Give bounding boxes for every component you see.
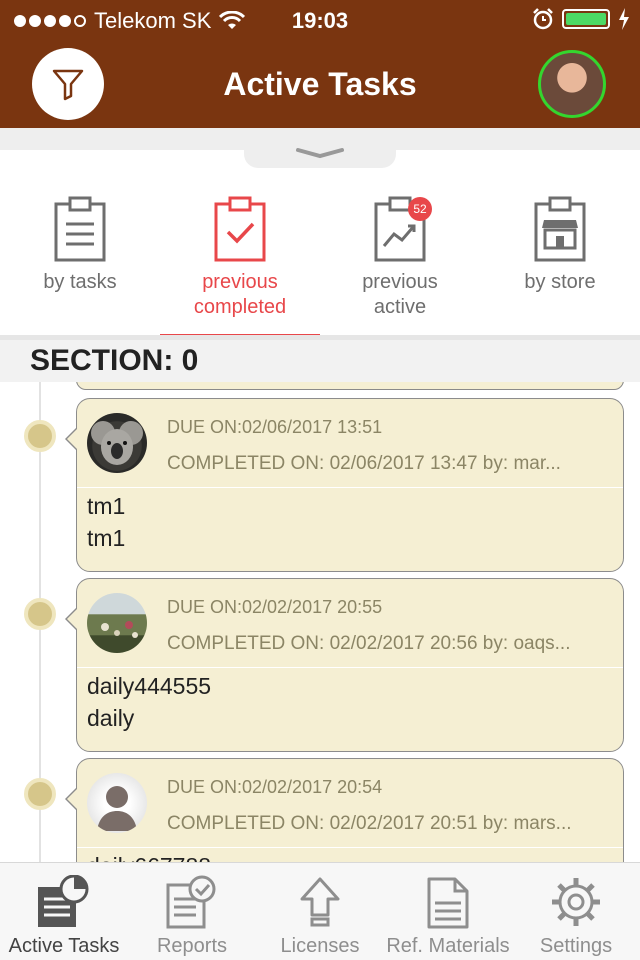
tab-previous-active[interactable]: previous active <box>320 180 480 338</box>
section-header: SECTION: 0 <box>0 340 640 382</box>
status-bar: Telekom SK 19:03 <box>0 0 640 40</box>
task-name: daily667788 <box>87 853 211 862</box>
default-avatar <box>87 773 147 833</box>
flowers-photo <box>87 593 147 653</box>
licenses-upload-icon <box>300 877 340 927</box>
card-separator <box>77 487 623 488</box>
tab-label: by store <box>524 271 596 293</box>
task-description: daily <box>87 705 135 731</box>
tab-label: previous active <box>362 271 438 318</box>
tab-by-tasks[interactable]: by tasks <box>0 180 160 338</box>
nav-settings[interactable]: Settings <box>512 863 640 960</box>
task-name: daily444555 <box>87 673 212 699</box>
task-name: tm1 <box>87 493 126 519</box>
tab-label: previous completed <box>193 271 287 318</box>
battery-icon <box>562 9 610 29</box>
active-tasks-icon <box>38 875 89 927</box>
completed-info: COMPLETED ON: 02/02/2017 20:51 by: mars.… <box>167 813 572 834</box>
nav-label: Licenses <box>280 935 360 957</box>
due-date: DUE ON:02/06/2017 13:51 <box>167 417 383 437</box>
card-separator <box>77 847 623 848</box>
nav-label: Settings <box>539 935 613 957</box>
task-card[interactable]: DUE ON:02/06/2017 13:51 COMPLETED ON: 02… <box>65 398 624 572</box>
koala-photo <box>87 413 147 473</box>
nav-active-tasks[interactable]: Active Tasks <box>0 863 128 960</box>
tab-label: by tasks <box>43 271 117 293</box>
document-icon <box>427 877 469 929</box>
category-tabs: by tasks previous completed previous act… <box>0 180 640 338</box>
pull-handle[interactable] <box>244 144 396 168</box>
user-avatar[interactable] <box>538 50 606 118</box>
nav-reports[interactable]: Reports <box>128 863 256 960</box>
task-list[interactable]: DUE ON:02/06/2017 13:51 COMPLETED ON: 02… <box>0 382 640 862</box>
previous-card-stub <box>76 382 624 390</box>
due-date: DUE ON:02/02/2017 20:55 <box>167 597 383 617</box>
charging-icon <box>619 8 629 30</box>
card-separator <box>77 667 623 668</box>
header-bar: Telekom SK 19:03 Active Tasks <box>0 0 640 128</box>
due-date: DUE ON:02/02/2017 20:54 <box>167 777 383 797</box>
task-card[interactable]: DUE ON:02/02/2017 20:55 COMPLETED ON: 02… <box>65 578 624 752</box>
task-description: tm1 <box>87 525 126 551</box>
completed-info: COMPLETED ON: 02/06/2017 13:47 by: mar..… <box>167 453 561 474</box>
task-card[interactable]: DUE ON:02/02/2017 20:54 COMPLETED ON: 02… <box>65 758 624 862</box>
timeline-bullet <box>24 778 56 810</box>
nav-label: Ref. Materials <box>386 935 510 957</box>
clipboard-store-icon <box>534 196 586 262</box>
nav-label: Active Tasks <box>8 935 120 957</box>
notification-badge: 52 <box>408 197 432 221</box>
alarm-icon <box>533 8 553 30</box>
bottom-tab-bar: Active Tasks Reports Licenses Ref. Mater… <box>0 862 640 960</box>
nav-ref-materials[interactable]: Ref. Materials <box>384 863 512 960</box>
nav-label: Reports <box>156 935 228 957</box>
tab-by-store[interactable]: by store <box>480 180 640 338</box>
completed-info: COMPLETED ON: 02/02/2017 20:56 by: oaqs.… <box>167 633 571 654</box>
tab-previous-completed[interactable]: previous completed <box>160 180 320 338</box>
gear-icon <box>552 878 600 926</box>
clipboard-list-icon <box>54 196 106 262</box>
clipboard-check-icon <box>214 196 266 262</box>
reports-icon <box>166 875 216 929</box>
chevron-down-icon <box>296 148 344 159</box>
timeline-bullet <box>24 420 56 452</box>
nav-licenses[interactable]: Licenses <box>256 863 384 960</box>
timeline-bullet <box>24 598 56 630</box>
